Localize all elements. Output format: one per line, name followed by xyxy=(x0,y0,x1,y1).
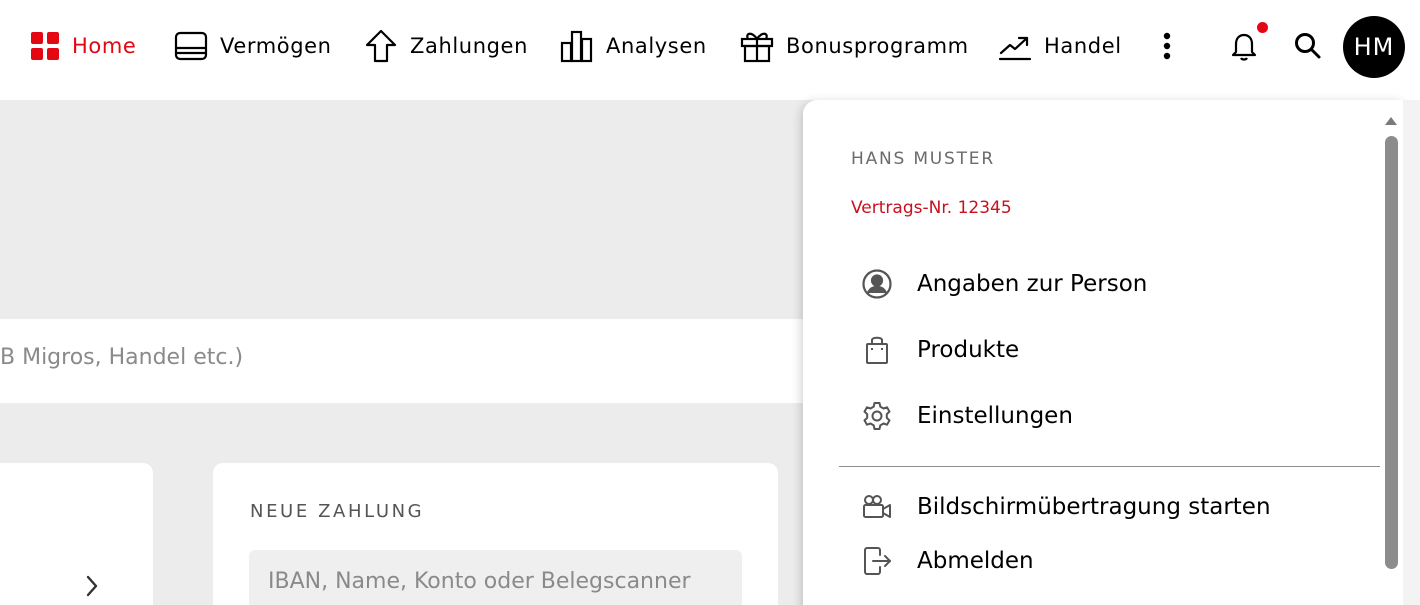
wallet-icon xyxy=(174,31,208,61)
nav-analysen[interactable]: Analysen xyxy=(560,26,707,66)
contract-number: Vertrags-Nr. 12345 xyxy=(851,198,1012,218)
bell-icon xyxy=(1231,33,1257,61)
chevron-right-button[interactable] xyxy=(78,572,106,600)
menu-item-screen-share[interactable]: Bildschirmübertragung starten xyxy=(861,489,1271,525)
user-circle-icon xyxy=(862,269,892,299)
avatar[interactable]: HM xyxy=(1343,16,1405,78)
menu-item-settings-label: Einstellungen xyxy=(917,403,1073,429)
more-vertical-icon xyxy=(1163,32,1171,60)
trend-up-icon xyxy=(998,36,1032,61)
new-payment-card: NEUE ZAHLUNG xyxy=(213,463,778,605)
more-options-button[interactable] xyxy=(1147,26,1187,66)
triangle-up-icon xyxy=(1385,117,1397,125)
menu-item-products[interactable]: Produkte xyxy=(861,332,1019,368)
nav-vermoegen-label: Vermögen xyxy=(220,34,332,58)
gear-icon xyxy=(863,402,891,430)
grid-icon xyxy=(31,32,59,60)
scrollbar-track[interactable] xyxy=(1403,100,1420,605)
nav-zahlungen[interactable]: Zahlungen xyxy=(364,26,528,66)
video-camera-icon xyxy=(863,495,891,518)
menu-item-personal-details[interactable]: Angaben zur Person xyxy=(861,266,1147,302)
logout-icon xyxy=(864,547,891,575)
new-payment-title: NEUE ZAHLUNG xyxy=(250,501,425,522)
nav-zahlungen-label: Zahlungen xyxy=(410,34,528,58)
search-icon xyxy=(1295,33,1321,59)
menu-item-personal-details-label: Angaben zur Person xyxy=(917,271,1148,297)
menu-item-screen-share-label: Bildschirmübertragung starten xyxy=(917,494,1271,520)
menu-item-products-label: Produkte xyxy=(917,337,1020,363)
user-name: HANS MUSTER xyxy=(851,149,995,169)
notification-badge xyxy=(1257,22,1268,33)
nav-analysen-label: Analysen xyxy=(606,34,707,58)
search-button[interactable] xyxy=(1288,26,1328,66)
bar-chart-icon xyxy=(560,30,593,63)
nav-handel[interactable]: Handel xyxy=(998,26,1122,66)
nav-vermoegen[interactable]: Vermögen xyxy=(174,26,332,66)
scrollbar-thumb[interactable] xyxy=(1385,136,1398,569)
notifications-button[interactable] xyxy=(1224,26,1264,66)
nav-bonus-label: Bonusprogramm xyxy=(786,34,969,58)
chevron-right-icon xyxy=(86,575,98,597)
arrow-up-icon xyxy=(365,29,397,63)
nav-home-label: Home xyxy=(72,34,137,58)
user-menu-dropdown: HANS MUSTER Vertrags-Nr. 12345 Angaben z… xyxy=(803,100,1403,605)
search-hint-text: B Migros, Handel etc.) xyxy=(0,345,244,370)
payment-search-input[interactable] xyxy=(249,550,742,605)
menu-item-logout-label: Abmelden xyxy=(917,548,1034,574)
top-navigation: Home Vermögen Zahlungen Analysen Bonuspr… xyxy=(0,0,1420,100)
nav-handel-label: Handel xyxy=(1044,34,1122,58)
nav-bonusprogramm[interactable]: Bonusprogramm xyxy=(740,26,969,66)
nav-home[interactable]: Home xyxy=(30,26,136,66)
menu-divider xyxy=(839,466,1380,467)
menu-item-logout[interactable]: Abmelden xyxy=(861,543,1034,579)
menu-item-settings[interactable]: Einstellungen xyxy=(861,398,1073,434)
scroll-up-button[interactable] xyxy=(1384,112,1398,125)
search-strip[interactable]: B Migros, Handel etc.) xyxy=(0,319,803,403)
gift-icon xyxy=(740,32,774,63)
shopping-bag-icon xyxy=(866,336,888,364)
left-card xyxy=(0,463,153,605)
